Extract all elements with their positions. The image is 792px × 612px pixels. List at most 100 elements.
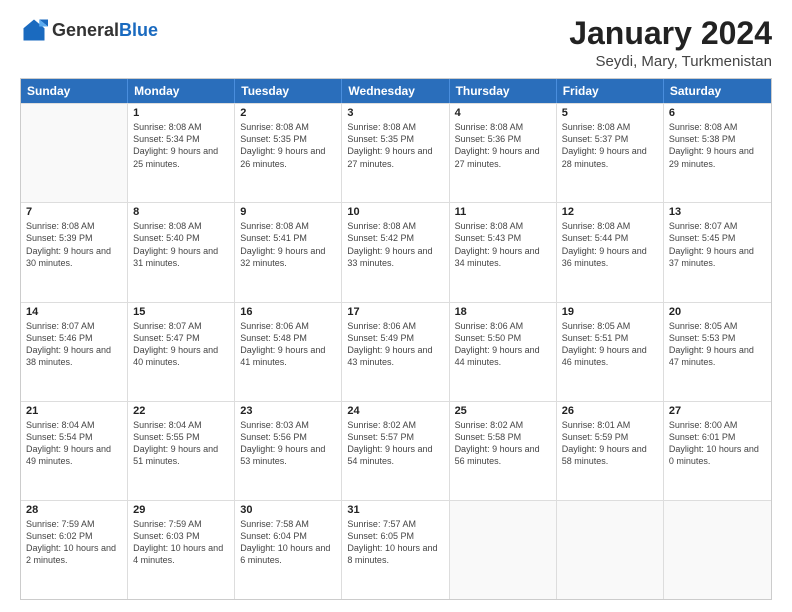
- day-number: 8: [133, 206, 229, 218]
- header-day-wednesday: Wednesday: [342, 79, 449, 103]
- table-row: 20 Sunrise: 8:05 AMSunset: 5:53 PMDayligh…: [664, 303, 771, 401]
- day-number: 13: [669, 206, 766, 218]
- calendar-row-1: 7 Sunrise: 8:08 AMSunset: 5:39 PMDaylight…: [21, 202, 771, 301]
- day-number: 6: [669, 107, 766, 119]
- day-number: 15: [133, 306, 229, 318]
- day-number: 30: [240, 504, 336, 516]
- table-row: 7 Sunrise: 8:08 AMSunset: 5:39 PMDaylight…: [21, 203, 128, 301]
- day-number: 19: [562, 306, 658, 318]
- month-title: January 2024: [569, 16, 772, 51]
- day-number: 21: [26, 405, 122, 417]
- header-day-friday: Friday: [557, 79, 664, 103]
- day-number: 10: [347, 206, 443, 218]
- table-row: 1 Sunrise: 8:08 AMSunset: 5:34 PMDaylight…: [128, 104, 235, 202]
- cell-sun-info: Sunrise: 8:02 AMSunset: 5:58 PMDaylight:…: [455, 419, 551, 468]
- table-row: 31 Sunrise: 7:57 AMSunset: 6:05 PMDayligh…: [342, 501, 449, 599]
- table-row: 30 Sunrise: 7:58 AMSunset: 6:04 PMDayligh…: [235, 501, 342, 599]
- day-number: 4: [455, 107, 551, 119]
- day-number: 14: [26, 306, 122, 318]
- title-block: January 2024 Seydi, Mary, Turkmenistan: [569, 16, 772, 70]
- cell-sun-info: Sunrise: 7:58 AMSunset: 6:04 PMDaylight:…: [240, 518, 336, 567]
- table-row: 11 Sunrise: 8:08 AMSunset: 5:43 PMDayligh…: [450, 203, 557, 301]
- day-number: 9: [240, 206, 336, 218]
- cell-sun-info: Sunrise: 8:07 AMSunset: 5:45 PMDaylight:…: [669, 220, 766, 269]
- cell-sun-info: Sunrise: 8:08 AMSunset: 5:36 PMDaylight:…: [455, 121, 551, 170]
- cell-sun-info: Sunrise: 8:08 AMSunset: 5:43 PMDaylight:…: [455, 220, 551, 269]
- table-row: 19 Sunrise: 8:05 AMSunset: 5:51 PMDayligh…: [557, 303, 664, 401]
- header-day-tuesday: Tuesday: [235, 79, 342, 103]
- calendar-body: 1 Sunrise: 8:08 AMSunset: 5:34 PMDaylight…: [21, 103, 771, 599]
- cell-sun-info: Sunrise: 8:08 AMSunset: 5:37 PMDaylight:…: [562, 121, 658, 170]
- cell-sun-info: Sunrise: 8:02 AMSunset: 5:57 PMDaylight:…: [347, 419, 443, 468]
- table-row: 15 Sunrise: 8:07 AMSunset: 5:47 PMDayligh…: [128, 303, 235, 401]
- table-row: 27 Sunrise: 8:00 AMSunset: 6:01 PMDayligh…: [664, 402, 771, 500]
- location-title: Seydi, Mary, Turkmenistan: [569, 53, 772, 70]
- cell-sun-info: Sunrise: 8:00 AMSunset: 6:01 PMDaylight:…: [669, 419, 766, 468]
- cell-sun-info: Sunrise: 8:08 AMSunset: 5:39 PMDaylight:…: [26, 220, 122, 269]
- table-row: 21 Sunrise: 8:04 AMSunset: 5:54 PMDayligh…: [21, 402, 128, 500]
- cell-sun-info: Sunrise: 7:59 AMSunset: 6:02 PMDaylight:…: [26, 518, 122, 567]
- table-row: 25 Sunrise: 8:02 AMSunset: 5:58 PMDayligh…: [450, 402, 557, 500]
- day-number: 20: [669, 306, 766, 318]
- day-number: 18: [455, 306, 551, 318]
- calendar: SundayMondayTuesdayWednesdayThursdayFrid…: [20, 78, 772, 600]
- table-row: 3Sunrise: 8:08 AMSunset: 5:35 PMDaylight…: [342, 104, 449, 202]
- table-row: 22 Sunrise: 8:04 AMSunset: 5:55 PMDayligh…: [128, 402, 235, 500]
- cell-sun-info: Sunrise: 8:08 AMSunset: 5:35 PMDaylight:…: [240, 121, 336, 170]
- cell-sun-info: Sunrise: 8:08 AMSunset: 5:41 PMDaylight:…: [240, 220, 336, 269]
- table-row: [557, 501, 664, 599]
- table-row: 29Sunrise: 7:59 AMSunset: 6:03 PMDayligh…: [128, 501, 235, 599]
- cell-sun-info: Sunrise: 8:01 AMSunset: 5:59 PMDaylight:…: [562, 419, 658, 468]
- day-number: 1: [133, 107, 229, 119]
- cell-sun-info: Sunrise: 8:05 AMSunset: 5:51 PMDaylight:…: [562, 320, 658, 369]
- cell-sun-info: Sunrise: 8:06 AMSunset: 5:49 PMDaylight:…: [347, 320, 443, 369]
- day-number: 25: [455, 405, 551, 417]
- table-row: 23Sunrise: 8:03 AMSunset: 5:56 PMDayligh…: [235, 402, 342, 500]
- header: GeneralBlue January 2024 Seydi, Mary, Tu…: [20, 16, 772, 70]
- cell-sun-info: Sunrise: 8:07 AMSunset: 5:46 PMDaylight:…: [26, 320, 122, 369]
- table-row: 14 Sunrise: 8:07 AMSunset: 5:46 PMDayligh…: [21, 303, 128, 401]
- day-number: 5: [562, 107, 658, 119]
- calendar-row-3: 21 Sunrise: 8:04 AMSunset: 5:54 PMDayligh…: [21, 401, 771, 500]
- cell-sun-info: Sunrise: 8:08 AMSunset: 5:34 PMDaylight:…: [133, 121, 229, 170]
- table-row: 9 Sunrise: 8:08 AMSunset: 5:41 PMDaylight…: [235, 203, 342, 301]
- table-row: 2 Sunrise: 8:08 AMSunset: 5:35 PMDaylight…: [235, 104, 342, 202]
- calendar-row-4: 28Sunrise: 7:59 AMSunset: 6:02 PMDayligh…: [21, 500, 771, 599]
- day-number: 2: [240, 107, 336, 119]
- cell-sun-info: Sunrise: 8:08 AMSunset: 5:42 PMDaylight:…: [347, 220, 443, 269]
- cell-sun-info: Sunrise: 8:03 AMSunset: 5:56 PMDaylight:…: [240, 419, 336, 468]
- page: GeneralBlue January 2024 Seydi, Mary, Tu…: [0, 0, 792, 612]
- header-day-thursday: Thursday: [450, 79, 557, 103]
- header-day-saturday: Saturday: [664, 79, 771, 103]
- cell-sun-info: Sunrise: 7:59 AMSunset: 6:03 PMDaylight:…: [133, 518, 229, 567]
- table-row: 18 Sunrise: 8:06 AMSunset: 5:50 PMDayligh…: [450, 303, 557, 401]
- day-number: 22: [133, 405, 229, 417]
- header-day-monday: Monday: [128, 79, 235, 103]
- day-number: 11: [455, 206, 551, 218]
- day-number: 31: [347, 504, 443, 516]
- cell-sun-info: Sunrise: 8:04 AMSunset: 5:55 PMDaylight:…: [133, 419, 229, 468]
- calendar-header: SundayMondayTuesdayWednesdayThursdayFrid…: [21, 79, 771, 103]
- cell-sun-info: Sunrise: 8:06 AMSunset: 5:50 PMDaylight:…: [455, 320, 551, 369]
- table-row: [664, 501, 771, 599]
- cell-sun-info: Sunrise: 8:08 AMSunset: 5:40 PMDaylight:…: [133, 220, 229, 269]
- cell-sun-info: Sunrise: 8:05 AMSunset: 5:53 PMDaylight:…: [669, 320, 766, 369]
- cell-sun-info: Sunrise: 8:04 AMSunset: 5:54 PMDaylight:…: [26, 419, 122, 468]
- calendar-row-2: 14 Sunrise: 8:07 AMSunset: 5:46 PMDayligh…: [21, 302, 771, 401]
- cell-sun-info: Sunrise: 8:06 AMSunset: 5:48 PMDaylight:…: [240, 320, 336, 369]
- table-row: 16 Sunrise: 8:06 AMSunset: 5:48 PMDayligh…: [235, 303, 342, 401]
- header-day-sunday: Sunday: [21, 79, 128, 103]
- cell-sun-info: Sunrise: 7:57 AMSunset: 6:05 PMDaylight:…: [347, 518, 443, 567]
- day-number: 12: [562, 206, 658, 218]
- logo-icon: [20, 16, 48, 44]
- table-row: 6Sunrise: 8:08 AMSunset: 5:38 PMDaylight…: [664, 104, 771, 202]
- table-row: [21, 104, 128, 202]
- day-number: 27: [669, 405, 766, 417]
- cell-sun-info: Sunrise: 8:07 AMSunset: 5:47 PMDaylight:…: [133, 320, 229, 369]
- table-row: 28Sunrise: 7:59 AMSunset: 6:02 PMDayligh…: [21, 501, 128, 599]
- day-number: 16: [240, 306, 336, 318]
- day-number: 7: [26, 206, 122, 218]
- logo: GeneralBlue: [20, 16, 158, 44]
- table-row: 26 Sunrise: 8:01 AMSunset: 5:59 PMDayligh…: [557, 402, 664, 500]
- day-number: 26: [562, 405, 658, 417]
